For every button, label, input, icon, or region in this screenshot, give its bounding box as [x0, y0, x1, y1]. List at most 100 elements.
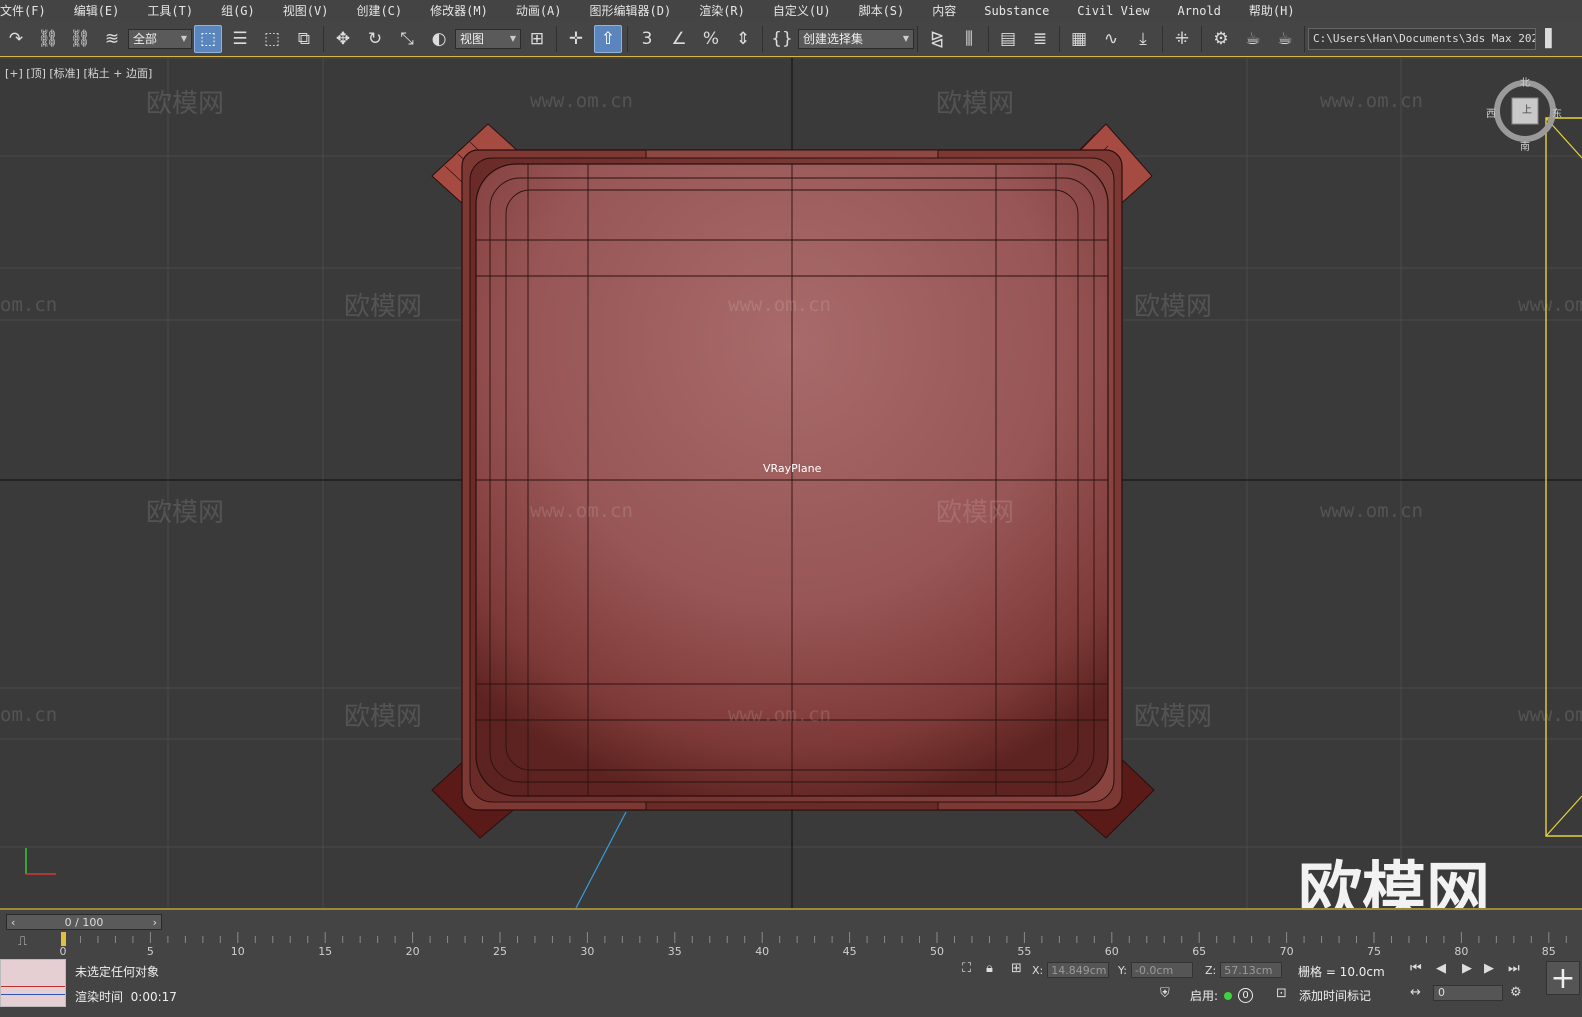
- x-field[interactable]: 14.849cm: [1047, 962, 1110, 978]
- goto-start-icon[interactable]: ⏮: [1410, 961, 1422, 976]
- timeline-track[interactable]: 0 5 10 15 20 25 30 35 40 45 50 55 60 65 70 75 80 85: [58, 932, 1582, 958]
- top-viewport[interactable]: [+] [顶] [标准] [粘土 + 边面] VRayPlane 欧模网 www…: [0, 58, 1582, 908]
- menu-item[interactable]: 修改器(M): [416, 2, 502, 19]
- menu-item[interactable]: 脚本(S): [845, 2, 919, 19]
- enable-toggle[interactable]: 启用: 0: [1190, 987, 1254, 1004]
- schematic-view-icon[interactable]: ⤓: [1129, 25, 1157, 53]
- render-setup-icon[interactable]: ⚙: [1207, 25, 1235, 53]
- grid-size: 栅格 = 10.0cm: [1298, 965, 1385, 979]
- placement-icon[interactable]: ◐: [425, 25, 453, 53]
- y-field[interactable]: -0.0cm: [1130, 962, 1193, 978]
- menu-item[interactable]: 组(G): [207, 2, 269, 19]
- adaptive-degradation-icon[interactable]: ⛨: [1160, 986, 1170, 1001]
- goto-end-icon[interactable]: ⏭: [1508, 961, 1520, 976]
- ribbon-toggle-icon[interactable]: ▦: [1065, 25, 1093, 53]
- mirror-icon[interactable]: ⧎: [923, 25, 951, 53]
- watermark-url: www.om.cn: [530, 90, 633, 112]
- bottom-rail: [645, 801, 939, 811]
- prev-frame-icon[interactable]: ‹: [7, 916, 19, 929]
- menu-item[interactable]: Arnold: [1164, 4, 1235, 18]
- selection-lock-icon[interactable]: 🔒︎: [986, 961, 993, 976]
- watermark: 欧模网: [146, 498, 225, 528]
- viewport-label[interactable]: [+] [顶] [标准] [粘土 + 边面]: [5, 65, 152, 81]
- rotate-icon[interactable]: ↻: [361, 25, 389, 53]
- maxscript-listener[interactable]: [0, 959, 66, 1007]
- link-icon[interactable]: ⛓: [34, 25, 62, 53]
- watermark: 欧模网: [936, 89, 1015, 119]
- key-mode-toggle-icon[interactable]: ↔: [1410, 985, 1421, 1000]
- next-frame-icon[interactable]: ›: [149, 916, 161, 929]
- time-slider-area: ‹ 0 / 100 › ⎍ 0 5 10 15 20 25 30 35 40 45 50 55 60 65…: [0, 908, 1582, 958]
- selection-filter-dropdown[interactable]: 全部 ▼: [128, 28, 192, 49]
- align-icon[interactable]: ⫼: [955, 25, 983, 53]
- menu-item[interactable]: 创建(C): [342, 2, 416, 19]
- viewcube[interactable]: 上 北 南 东 西: [1486, 74, 1562, 153]
- menu-item[interactable]: 动画(A): [502, 2, 576, 19]
- spinner-snap-icon[interactable]: ⇕: [729, 25, 757, 53]
- add-time-tag[interactable]: 添加时间标记: [1299, 987, 1371, 1004]
- render-time: 渲染时间 0:00:17: [75, 988, 177, 1005]
- viewcube-face[interactable]: 上: [1522, 101, 1532, 116]
- edit-named-selection-icon[interactable]: {}: [768, 25, 796, 53]
- viewcube-west[interactable]: 西: [1486, 105, 1496, 120]
- menu-item[interactable]: 视图(V): [269, 2, 343, 19]
- menu-item[interactable]: 渲染(R): [685, 2, 759, 19]
- viewport-scene: [0, 58, 1582, 908]
- next-key-icon[interactable]: ▶︎: [1484, 961, 1494, 976]
- main-toolbar: ↷ ⛓ ⛓ ≋ 全部 ▼ ⬚ ☰ ⬚ ⧉ ✥ ↻ ⤡ ◐ 视图 ▼ ⊞ ✛ ⇧ 3 …: [0, 21, 1582, 57]
- snaps-3d-icon[interactable]: 3: [633, 25, 661, 53]
- key-count-badge: 0: [1238, 988, 1254, 1003]
- menu-item[interactable]: 内容: [918, 2, 970, 19]
- viewcube-south[interactable]: 南: [1520, 138, 1530, 153]
- layer-explorer-icon[interactable]: ≣: [1026, 25, 1054, 53]
- viewcube-east[interactable]: 东: [1552, 105, 1562, 120]
- prev-key-icon[interactable]: ◀︎: [1436, 961, 1446, 976]
- named-selection-set-dropdown[interactable]: 创建选择集 ▼: [798, 28, 914, 49]
- time-tag-icon[interactable]: ⊡: [1276, 986, 1287, 1001]
- time-slider[interactable]: ‹ 0 / 100 ›: [6, 914, 162, 930]
- reference-coordinate-dropdown[interactable]: 视图 ▼: [455, 28, 521, 49]
- snap-toggle-icon[interactable]: ⇧: [594, 24, 622, 53]
- current-frame-field[interactable]: 0: [1433, 985, 1503, 1001]
- watermark-url: www.om.cn: [1320, 500, 1423, 522]
- z-field[interactable]: 57.13cm: [1220, 962, 1283, 978]
- keyboard-shortcut-override-icon[interactable]: ✛: [562, 25, 590, 53]
- menu-item[interactable]: 工具(T): [133, 2, 207, 19]
- project-path-field[interactable]: C:\Users\Han\Documents\3ds Max 2022▼: [1308, 27, 1536, 50]
- absolute-mode-icon[interactable]: ⊞: [1011, 961, 1022, 976]
- rendered-frame-window-icon[interactable]: ☕: [1239, 25, 1267, 53]
- menu-item[interactable]: 帮助(H): [1235, 2, 1309, 19]
- mini-curve-editor-icon[interactable]: ⎍: [18, 934, 27, 949]
- curve-editor-icon[interactable]: ∿: [1097, 25, 1125, 53]
- menu-item[interactable]: 文件(F): [0, 2, 60, 19]
- move-icon[interactable]: ✥: [329, 25, 357, 53]
- render-production-icon[interactable]: ☕: [1271, 25, 1299, 53]
- select-object-icon[interactable]: ⬚: [194, 24, 222, 53]
- select-by-name-icon[interactable]: ☰: [226, 25, 254, 53]
- menu-item[interactable]: Civil View: [1063, 4, 1163, 18]
- scene-explorer-icon[interactable]: ▤: [994, 25, 1022, 53]
- light-helper-line: [575, 811, 627, 908]
- isolate-selection-icon[interactable]: ⛶: [962, 961, 971, 976]
- percent-snap-icon[interactable]: %: [697, 25, 725, 53]
- material-editor-icon[interactable]: ⁜: [1168, 25, 1196, 53]
- play-icon[interactable]: ▶︎: [1462, 961, 1472, 976]
- menu-item[interactable]: 编辑(E): [60, 2, 134, 19]
- redo-icon[interactable]: ↷: [2, 25, 30, 53]
- pivot-center-icon[interactable]: ⊞: [523, 25, 551, 53]
- unlink-icon[interactable]: ⛓: [66, 25, 94, 53]
- time-cursor[interactable]: [61, 932, 66, 946]
- menu-item[interactable]: Substance: [970, 4, 1063, 18]
- menu-item[interactable]: 图形编辑器(D): [576, 2, 686, 19]
- window-crossing-icon[interactable]: ⧉: [290, 25, 318, 53]
- time-configuration-icon[interactable]: ⚙: [1510, 985, 1522, 1000]
- viewcube-north[interactable]: 北: [1520, 74, 1530, 89]
- toolbar-divider: [988, 25, 989, 52]
- scale-icon[interactable]: ⤡: [393, 25, 421, 53]
- menu-item[interactable]: 自定义(U): [759, 2, 845, 19]
- angle-snap-icon[interactable]: ∠: [665, 25, 693, 53]
- more-toolbar-icon[interactable]: ▐: [1538, 25, 1552, 53]
- rect-selection-icon[interactable]: ⬚: [258, 25, 286, 53]
- bind-space-warp-icon[interactable]: ≋: [98, 25, 126, 53]
- add-icon[interactable]: +: [1546, 961, 1580, 996]
